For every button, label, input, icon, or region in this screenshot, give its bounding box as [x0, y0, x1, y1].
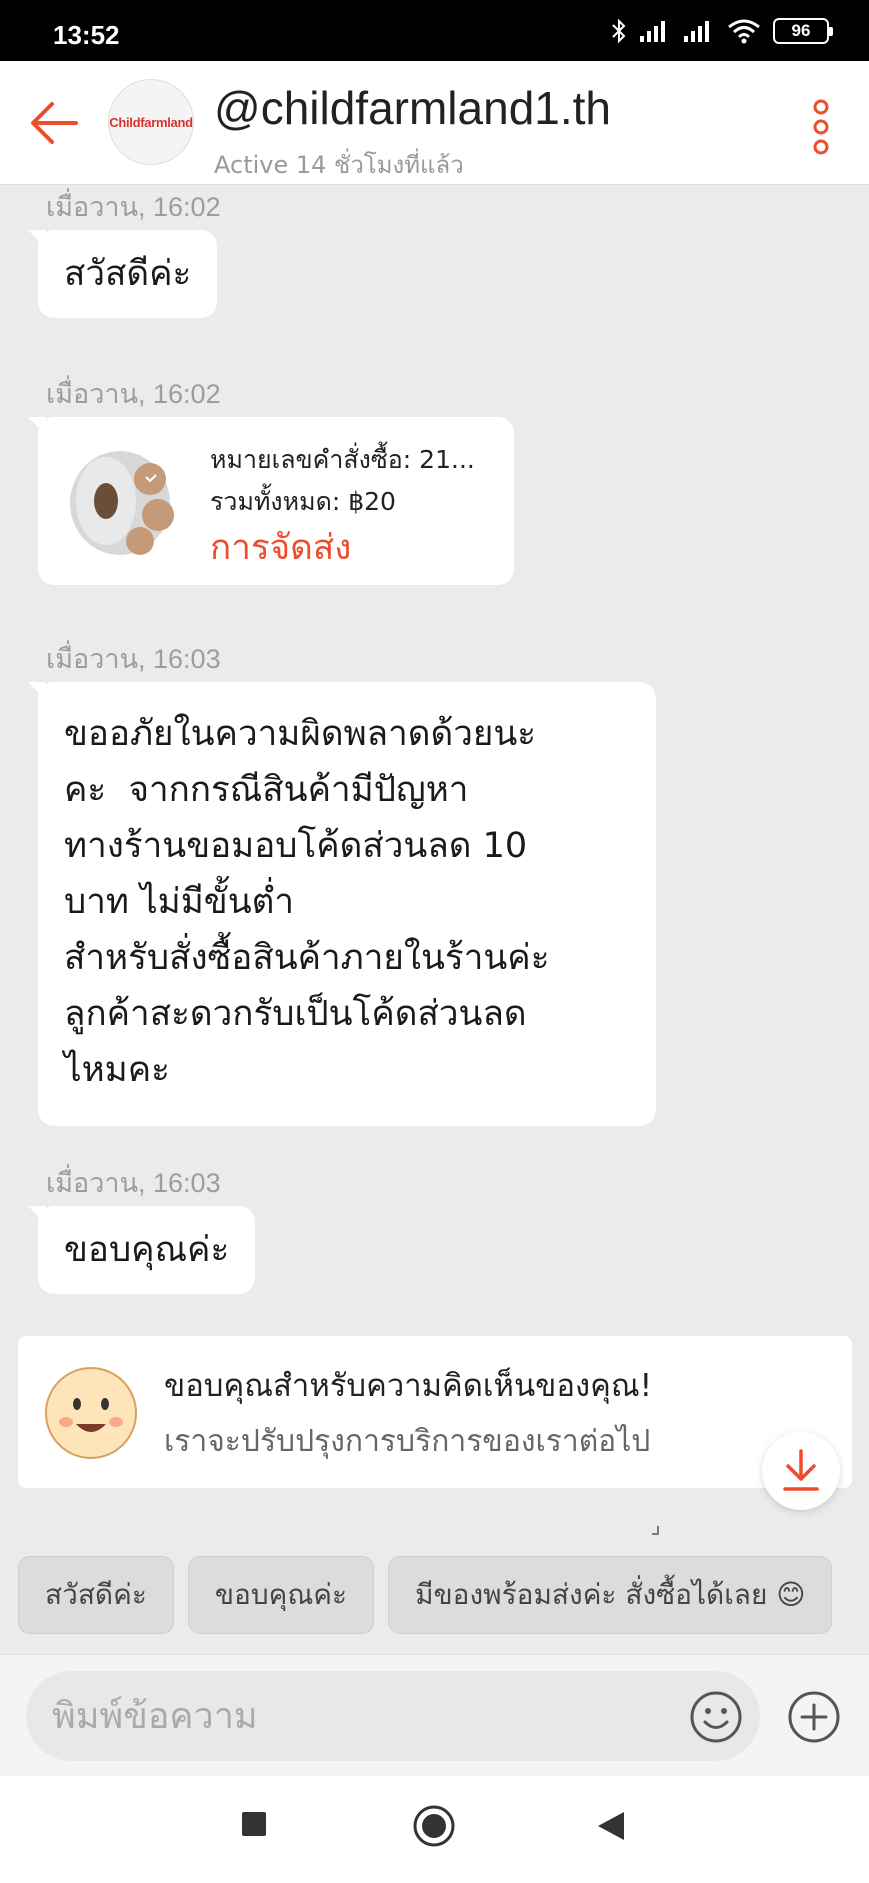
feedback-subtitle: เราจะปรับปรุงการบริการของเราต่อไป — [164, 1424, 651, 1459]
scroll-to-bottom-button[interactable] — [762, 1432, 840, 1510]
message-input-bar — [0, 1654, 869, 1776]
emoji-icon — [690, 1691, 742, 1743]
recents-square-icon[interactable] — [240, 1810, 268, 1838]
order-total: รวมทั้งหมด: ฿20 — [210, 487, 396, 516]
quick-reply-chip[interactable]: มีของพร้อมส่งค่ะ สั่งซื้อได้เลย 😊 — [388, 1556, 833, 1634]
message-text: สวัสดีค่ะ — [64, 254, 192, 294]
status-time: 13:52 — [53, 20, 120, 50]
status-bar: 13:52 96 — [0, 0, 869, 61]
message-bubble[interactable]: ขอบคุณค่ะ — [27, 1206, 256, 1294]
arrow-left-icon — [31, 102, 78, 144]
smiley-face-icon — [45, 1367, 137, 1459]
order-info: หมายเลขคำสั่งซื้อ: 21... รวมทั้งหมด: ฿20… — [210, 439, 475, 573]
shop-name: @childfarmland1.th — [214, 82, 611, 134]
signal-icon — [684, 21, 709, 42]
message-timestamp: เมื่อวาน, 16:03 — [46, 644, 221, 674]
emoji-button[interactable] — [688, 1689, 744, 1745]
system-nav-bar — [0, 1776, 869, 1883]
wifi-icon — [728, 19, 760, 44]
bluetooth-icon — [612, 18, 626, 44]
back-triangle-icon[interactable] — [596, 1810, 626, 1842]
status-icons: 96 — [611, 18, 833, 44]
avatar-logo-text: Childfarmland — [109, 114, 193, 130]
order-number: หมายเลขคำสั่งซื้อ: 21... — [210, 445, 475, 474]
quick-reply-chip[interactable]: สวัสดีค่ะ — [18, 1556, 174, 1634]
read-tick-icon — [652, 1526, 659, 1535]
product-sticker-roll-image — [70, 451, 174, 555]
plus-circle-icon — [788, 1691, 840, 1743]
message-bubble[interactable]: ขออภัยในความผิดพลาดด้วยนะ คะ จากกรณีสินค… — [28, 682, 656, 1126]
order-card[interactable]: หมายเลขคำสั่งซื้อ: 21... รวมทั้งหมด: ฿20… — [28, 417, 514, 585]
add-attachment-button[interactable] — [786, 1689, 842, 1745]
chat-header: Childfarmland @childfarmland1.th Active … — [0, 61, 869, 185]
shop-active-status: Active 14 ชั่วโมงที่แล้ว — [214, 151, 464, 179]
message-timestamp: เมื่อวาน, 16:02 — [46, 379, 221, 409]
signal-icon — [640, 21, 665, 42]
more-options-button[interactable] — [811, 99, 831, 155]
quick-reply-chip[interactable]: ขอบคุณค่ะ — [187, 1556, 375, 1634]
shop-avatar[interactable]: Childfarmland — [108, 79, 194, 165]
message-bubble[interactable]: สวัสดีค่ะ — [27, 230, 218, 318]
home-circle-icon[interactable] — [412, 1804, 456, 1848]
message-text: ขออภัยในความผิดพลาดด้วยนะ คะ จากกรณีสินค… — [64, 714, 550, 1090]
arrow-down-icon — [783, 1449, 819, 1491]
order-status: การจัดส่ง — [210, 528, 352, 568]
quick-replies-bar: สวัสดีค่ะ ขอบคุณค่ะ มีของพร้อมส่งค่ะ สั่งซ… — [18, 1556, 869, 1634]
feedback-card: ขอบคุณสำหรับความคิดเห็นของคุณ! เราจะปรับ… — [18, 1336, 852, 1488]
feedback-title: ขอบคุณสำหรับความคิดเห็นของคุณ! — [164, 1368, 653, 1404]
message-timestamp: เมื่อวาน, 16:03 — [46, 1168, 221, 1198]
message-input[interactable] — [26, 1671, 760, 1761]
back-button[interactable] — [28, 99, 80, 147]
message-timestamp: เมื่อวาน, 16:02 — [46, 192, 221, 222]
more-vertical-icon — [813, 99, 829, 155]
battery-level: 96 — [791, 21, 811, 40]
message-text: ขอบคุณค่ะ — [64, 1230, 230, 1270]
battery-indicator: 96 — [773, 18, 833, 44]
